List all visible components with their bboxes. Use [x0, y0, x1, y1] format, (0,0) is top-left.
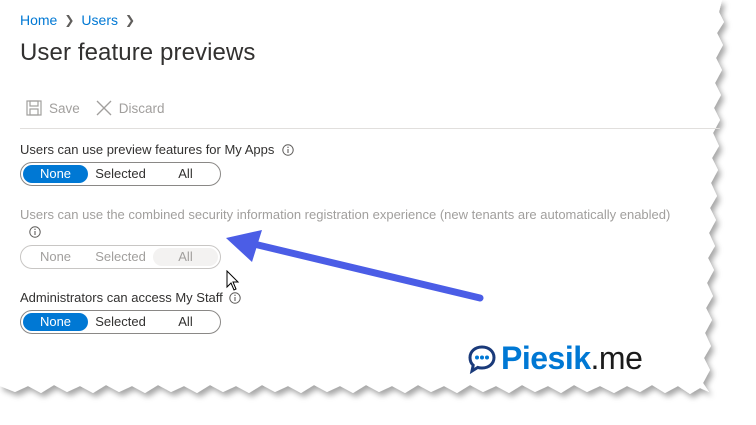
watermark-tld: .me: [590, 340, 643, 376]
main-panel: Home ❯ Users ❯ User feature previews Sav…: [0, 0, 720, 400]
chat-bubble-icon: [468, 344, 496, 374]
mouse-cursor-icon: [226, 270, 240, 291]
watermark-logo: Piesik .me: [467, 340, 643, 377]
watermark-name: Piesik: [501, 340, 591, 376]
